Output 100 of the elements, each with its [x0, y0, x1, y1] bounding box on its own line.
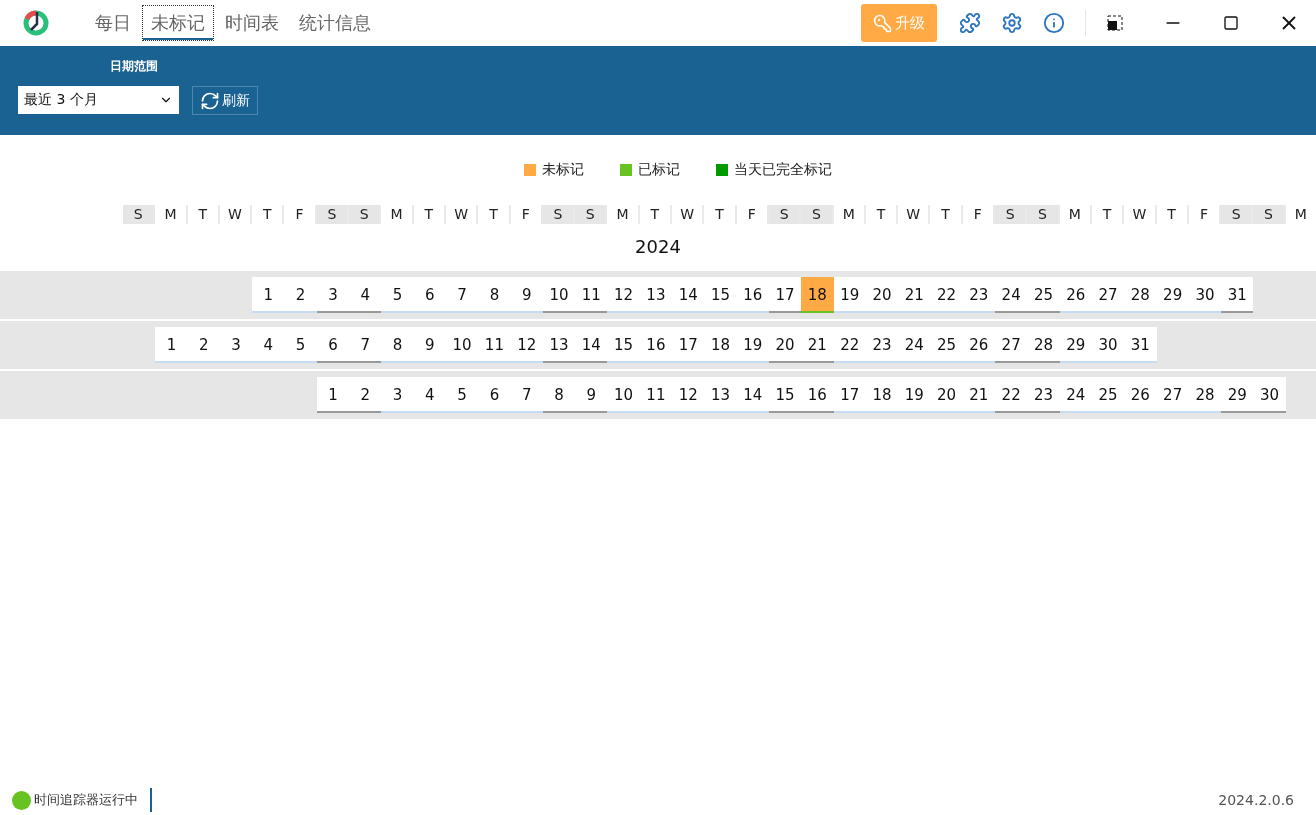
day-cell[interactable]: 21: [898, 277, 931, 313]
day-cell[interactable]: 21: [962, 377, 995, 413]
day-cell[interactable]: 18: [704, 327, 737, 363]
day-cell[interactable]: 27: [1091, 277, 1125, 313]
tab[interactable]: 时间表: [216, 5, 288, 41]
day-cell[interactable]: 20: [768, 327, 802, 363]
day-cell[interactable]: 15: [704, 277, 737, 313]
day-cell[interactable]: 25: [1027, 277, 1060, 313]
day-cell[interactable]: 20: [865, 277, 899, 313]
day-cell[interactable]: 6: [316, 327, 350, 363]
refresh-button[interactable]: 刷新: [192, 86, 258, 115]
day-cell[interactable]: 26: [962, 327, 995, 363]
day-cell[interactable]: 13: [704, 377, 737, 413]
day-cell[interactable]: 10: [445, 327, 479, 363]
day-cell[interactable]: 3: [381, 377, 414, 413]
day-cell[interactable]: 4: [413, 377, 446, 413]
day-cell[interactable]: 6: [413, 277, 446, 313]
day-cell[interactable]: 12: [672, 377, 705, 413]
day-cell[interactable]: 7: [510, 377, 543, 413]
day-cell[interactable]: 14: [736, 377, 769, 413]
day-cell[interactable]: 14: [575, 327, 608, 363]
day-cell[interactable]: 12: [607, 277, 640, 313]
day-cell[interactable]: 19: [833, 277, 866, 313]
day-cell[interactable]: 21: [801, 327, 834, 363]
day-cell[interactable]: 22: [930, 277, 963, 313]
day-cell[interactable]: 16: [801, 377, 834, 413]
day-cell[interactable]: 8: [478, 277, 511, 313]
day-cell[interactable]: 26: [1124, 377, 1157, 413]
day-cell[interactable]: 11: [478, 327, 511, 363]
date-range-dropdown[interactable]: 最近 3 个月: [18, 86, 179, 114]
day-cell[interactable]: 10: [607, 377, 640, 413]
day-cell[interactable]: 23: [865, 327, 899, 363]
day-cell[interactable]: 17: [672, 327, 705, 363]
weekday-header: S: [575, 205, 608, 224]
day-cell[interactable]: 2: [349, 377, 382, 413]
day-cell[interactable]: 22: [833, 327, 866, 363]
day-cell[interactable]: 30: [1188, 277, 1222, 313]
day-cell[interactable]: 28: [1124, 277, 1157, 313]
day-cell[interactable]: 26: [1059, 277, 1092, 313]
day-cell[interactable]: 16: [639, 327, 673, 363]
day-cell[interactable]: 17: [833, 377, 866, 413]
day-cell[interactable]: 31: [1124, 327, 1157, 363]
day-cell[interactable]: 27: [1156, 377, 1189, 413]
day-cell[interactable]: 7: [445, 277, 479, 313]
day-cell[interactable]: 3: [316, 277, 350, 313]
day-cell[interactable]: 25: [1091, 377, 1125, 413]
day-cell[interactable]: 22: [995, 377, 1028, 413]
day-cell[interactable]: 10: [542, 277, 576, 313]
day-cell[interactable]: 8: [542, 377, 576, 413]
day-cell[interactable]: 29: [1221, 377, 1254, 413]
day-cell[interactable]: 30: [1091, 327, 1125, 363]
day-cell[interactable]: 24: [1059, 377, 1092, 413]
day-cell[interactable]: 9: [510, 277, 543, 313]
day-cell[interactable]: 7: [349, 327, 382, 363]
day-cell[interactable]: 29: [1059, 327, 1092, 363]
day-cell[interactable]: 24: [898, 327, 931, 363]
tab[interactable]: 统计信息: [290, 5, 380, 41]
day-cell[interactable]: 14: [672, 277, 705, 313]
day-cell[interactable]: 13: [542, 327, 576, 363]
day-cell[interactable]: 4: [252, 327, 285, 363]
day-cell[interactable]: 27: [995, 327, 1028, 363]
day-cell[interactable]: 5: [445, 377, 479, 413]
day-cell[interactable]: 17: [768, 277, 802, 313]
day-cell[interactable]: 11: [639, 377, 673, 413]
day-cell[interactable]: 18: [865, 377, 899, 413]
day-cell[interactable]: 4: [349, 277, 382, 313]
day-cell[interactable]: 28: [1188, 377, 1222, 413]
day-cell[interactable]: 18: [801, 277, 834, 313]
day-cell[interactable]: 3: [219, 327, 253, 363]
day-cell[interactable]: 5: [284, 327, 317, 363]
day-cell[interactable]: 19: [736, 327, 769, 363]
day-cell[interactable]: 2: [284, 277, 317, 313]
day-cell[interactable]: 9: [575, 377, 608, 413]
day-cell[interactable]: 1: [316, 377, 350, 413]
day-cell[interactable]: 9: [413, 327, 446, 363]
day-cell[interactable]: 30: [1253, 377, 1286, 413]
weekday-header: S: [801, 205, 834, 224]
day-cell[interactable]: 15: [607, 327, 640, 363]
tab[interactable]: 未标记: [142, 5, 214, 41]
day-cell[interactable]: 23: [962, 277, 995, 313]
day-cell[interactable]: 11: [575, 277, 608, 313]
day-cell[interactable]: 8: [381, 327, 414, 363]
tab[interactable]: 每日: [86, 5, 140, 41]
day-cell[interactable]: 13: [639, 277, 673, 313]
day-cell[interactable]: 1: [252, 277, 285, 313]
day-cell[interactable]: 29: [1156, 277, 1189, 313]
day-cell[interactable]: 1: [155, 327, 188, 363]
day-cell[interactable]: 19: [898, 377, 931, 413]
day-cell[interactable]: 2: [187, 327, 220, 363]
day-cell[interactable]: 5: [381, 277, 414, 313]
day-cell[interactable]: 16: [736, 277, 769, 313]
day-cell[interactable]: 31: [1221, 277, 1254, 313]
day-cell[interactable]: 28: [1027, 327, 1060, 363]
day-cell[interactable]: 6: [478, 377, 511, 413]
day-cell[interactable]: 23: [1027, 377, 1060, 413]
day-cell[interactable]: 20: [930, 377, 963, 413]
day-cell[interactable]: 25: [930, 327, 963, 363]
day-cell[interactable]: 24: [995, 277, 1028, 313]
day-cell[interactable]: 12: [510, 327, 543, 363]
day-cell[interactable]: 15: [768, 377, 802, 413]
